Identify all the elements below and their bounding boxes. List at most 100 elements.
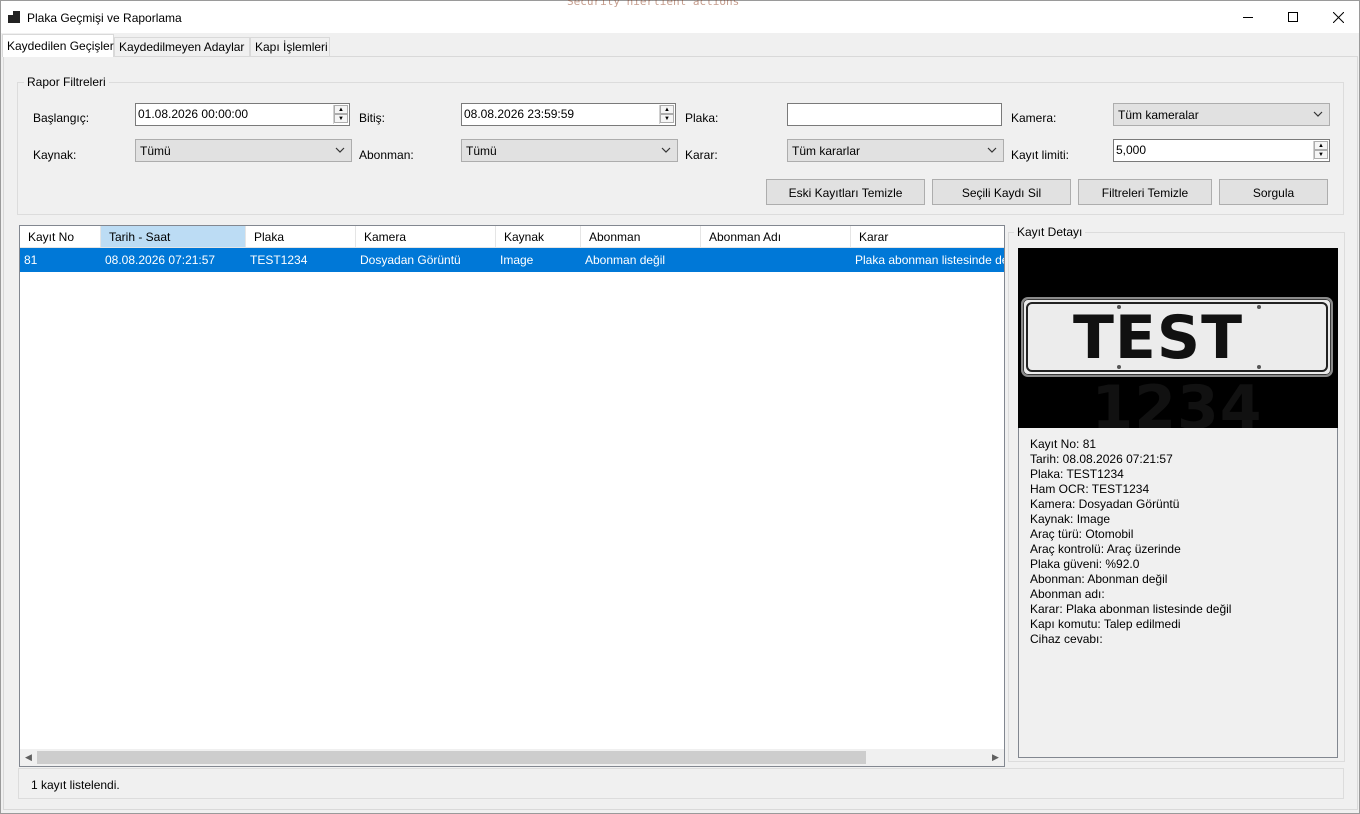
chevron-down-icon	[335, 147, 345, 153]
records-grid[interactable]: Kayıt No Tarih - Saat Plaka Kamera Kayna…	[19, 225, 1005, 767]
plate-text-left: TEST	[1072, 303, 1244, 373]
detail-line: Plaka güveni: %92.0	[1030, 557, 1140, 571]
limit-numeric-input[interactable]: 5,000 ▲ ▼	[1113, 139, 1330, 162]
column-header-subscriber[interactable]: Abonman	[581, 226, 701, 248]
source-select[interactable]: Tümü	[135, 139, 352, 162]
column-header-camera[interactable]: Kamera	[356, 226, 496, 248]
start-datetime-value: 01.08.2026 00:00:00	[138, 107, 249, 121]
cell-source[interactable]: Image	[496, 248, 581, 272]
column-header-source[interactable]: Kaynak	[496, 226, 581, 248]
scroll-right-icon[interactable]: ▶	[987, 749, 1004, 766]
spin-up-icon[interactable]: ▲	[334, 105, 348, 114]
tab-saved-passes[interactable]: Kaydedilen Geçişler	[2, 34, 114, 57]
query-button[interactable]: Sorgula	[1219, 179, 1328, 205]
column-header-datetime[interactable]: Tarih - Saat	[101, 226, 246, 248]
maximize-button[interactable]	[1270, 1, 1316, 33]
close-button[interactable]	[1315, 1, 1360, 33]
cell-decision[interactable]: Plaka abonman listesinde değil	[851, 248, 1004, 272]
clear-old-records-button[interactable]: Eski Kayıtları Temizle	[766, 179, 925, 205]
spin-down-icon[interactable]: ▼	[334, 114, 348, 123]
horizontal-scrollbar[interactable]: ◀ ▶	[20, 749, 1004, 766]
chevron-down-icon	[661, 147, 671, 153]
decision-select[interactable]: Tüm kararlar	[787, 139, 1004, 162]
tab-unsaved-candidates[interactable]: Kaydedilmeyen Adaylar	[114, 37, 250, 57]
tab-page-saved-passes: Rapor Filtreleri Başlangıç: 01.08.2026 0…	[3, 56, 1358, 810]
cell-camera[interactable]: Dosyadan Görüntü	[356, 248, 496, 272]
detail-line: Araç kontrolü: Araç üzerinde	[1030, 542, 1181, 556]
detail-line: Karar: Plaka abonman listesinde değil	[1030, 602, 1232, 616]
delete-selected-record-button[interactable]: Seçili Kaydı Sil	[932, 179, 1071, 205]
decision-select-value: Tüm kararlar	[792, 144, 861, 158]
cell-subscriber[interactable]: Abonman değil	[581, 248, 701, 272]
detail-line: Kapı komutu: Talep edilmedi	[1030, 617, 1181, 631]
detail-line: Abonman: Abonman değil	[1030, 572, 1168, 586]
plate-image: TEST1234	[1018, 248, 1338, 443]
grid-header: Kayıt No Tarih - Saat Plaka Kamera Kayna…	[20, 226, 1004, 248]
status-text: 1 kayıt listelendi.	[31, 778, 120, 792]
end-datetime-value: 08.08.2026 23:59:59	[464, 107, 575, 121]
subscriber-select-value: Tümü	[466, 144, 497, 158]
camera-label: Kamera:	[1011, 111, 1057, 125]
subscriber-label: Abonman:	[359, 148, 414, 162]
chevron-down-icon	[987, 147, 997, 153]
clear-filters-button[interactable]: Filtreleri Temizle	[1078, 179, 1212, 205]
spin-down-icon[interactable]: ▼	[1314, 150, 1328, 159]
tab-strip: Kaydedilen Geçişler Kaydedilmeyen Adayla…	[1, 34, 1359, 57]
spin-down-icon[interactable]: ▼	[660, 114, 674, 123]
minimize-button[interactable]	[1225, 1, 1271, 33]
decision-label: Karar:	[685, 148, 718, 162]
subscriber-select[interactable]: Tümü	[461, 139, 678, 162]
camera-select-value: Tüm kameralar	[1118, 108, 1199, 122]
close-icon	[1332, 11, 1344, 23]
limit-value: 5,000	[1116, 143, 1147, 157]
spin-up-icon[interactable]: ▲	[1314, 141, 1328, 150]
title-bar[interactable]: Security hiérlient actions Plaka Geçmişi…	[1, 0, 1360, 33]
maximize-icon	[1288, 12, 1298, 22]
start-spinner[interactable]: ▲ ▼	[333, 105, 348, 124]
minimize-icon	[1243, 17, 1253, 18]
limit-label: Kayıt limiti:	[1011, 148, 1070, 162]
table-row[interactable]: 81 08.08.2026 07:21:57 TEST1234 Dosyadan…	[20, 248, 1004, 272]
cell-subscriber-name[interactable]	[701, 248, 851, 272]
column-header-decision[interactable]: Karar	[851, 226, 1004, 248]
report-filters-title: Rapor Filtreleri	[24, 75, 109, 89]
end-datetime-picker[interactable]: 08.08.2026 23:59:59 ▲ ▼	[461, 103, 676, 126]
app-icon	[8, 11, 20, 23]
detail-line: Kayıt No: 81	[1030, 437, 1097, 451]
detail-line: Kaynak: Image	[1030, 512, 1111, 526]
scroll-left-icon[interactable]: ◀	[20, 749, 37, 766]
end-spinner[interactable]: ▲ ▼	[659, 105, 674, 124]
record-detail-group: Kayıt Detayı TEST1234 Kayıt No: 81 Tarih…	[1008, 225, 1345, 762]
limit-spinner[interactable]: ▲ ▼	[1313, 141, 1328, 160]
detail-line: Kamera: Dosyadan Görüntü	[1030, 497, 1180, 511]
cell-record-no[interactable]: 81	[20, 248, 101, 272]
source-select-value: Tümü	[140, 144, 171, 158]
end-label: Bitiş:	[359, 111, 386, 125]
spin-up-icon[interactable]: ▲	[660, 105, 674, 114]
plate-input[interactable]	[787, 103, 1002, 126]
tab-gate-operations[interactable]: Kapı İşlemleri	[250, 37, 330, 57]
column-header-record-no[interactable]: Kayıt No	[20, 226, 101, 248]
chevron-down-icon	[1313, 111, 1323, 117]
detail-line: Tarih: 08.08.2026 07:21:57	[1030, 452, 1173, 466]
start-datetime-picker[interactable]: 01.08.2026 00:00:00 ▲ ▼	[135, 103, 350, 126]
column-header-subscriber-name[interactable]: Abonman Adı	[701, 226, 851, 248]
column-header-plate[interactable]: Plaka	[246, 226, 356, 248]
plate-label: Plaka:	[685, 111, 719, 125]
status-bar: 1 kayıt listelendi.	[18, 768, 1344, 799]
detail-line: Ham OCR: TEST1234	[1030, 482, 1150, 496]
detail-line: Cihaz cevabı:	[1030, 632, 1103, 646]
detail-line: Araç türü: Otomobil	[1030, 527, 1134, 541]
app-window: Security hiérlient actions Plaka Geçmişi…	[0, 0, 1360, 814]
source-label: Kaynak:	[33, 148, 77, 162]
camera-select[interactable]: Tüm kameralar	[1113, 103, 1330, 126]
detail-line: Plaka: TEST1234	[1030, 467, 1124, 481]
window-title: Plaka Geçmişi ve Raporlama	[27, 11, 182, 25]
start-label: Başlangıç:	[33, 111, 90, 125]
report-filters-group: Rapor Filtreleri Başlangıç: 01.08.2026 0…	[17, 75, 1344, 215]
cell-plate[interactable]: TEST1234	[246, 248, 356, 272]
scrollbar-thumb[interactable]	[37, 751, 866, 764]
cell-datetime[interactable]: 08.08.2026 07:21:57	[101, 248, 246, 272]
record-detail-text: Kayıt No: 81 Tarih: 08.08.2026 07:21:57 …	[1018, 428, 1338, 758]
detail-line: Abonman adı:	[1030, 587, 1105, 601]
